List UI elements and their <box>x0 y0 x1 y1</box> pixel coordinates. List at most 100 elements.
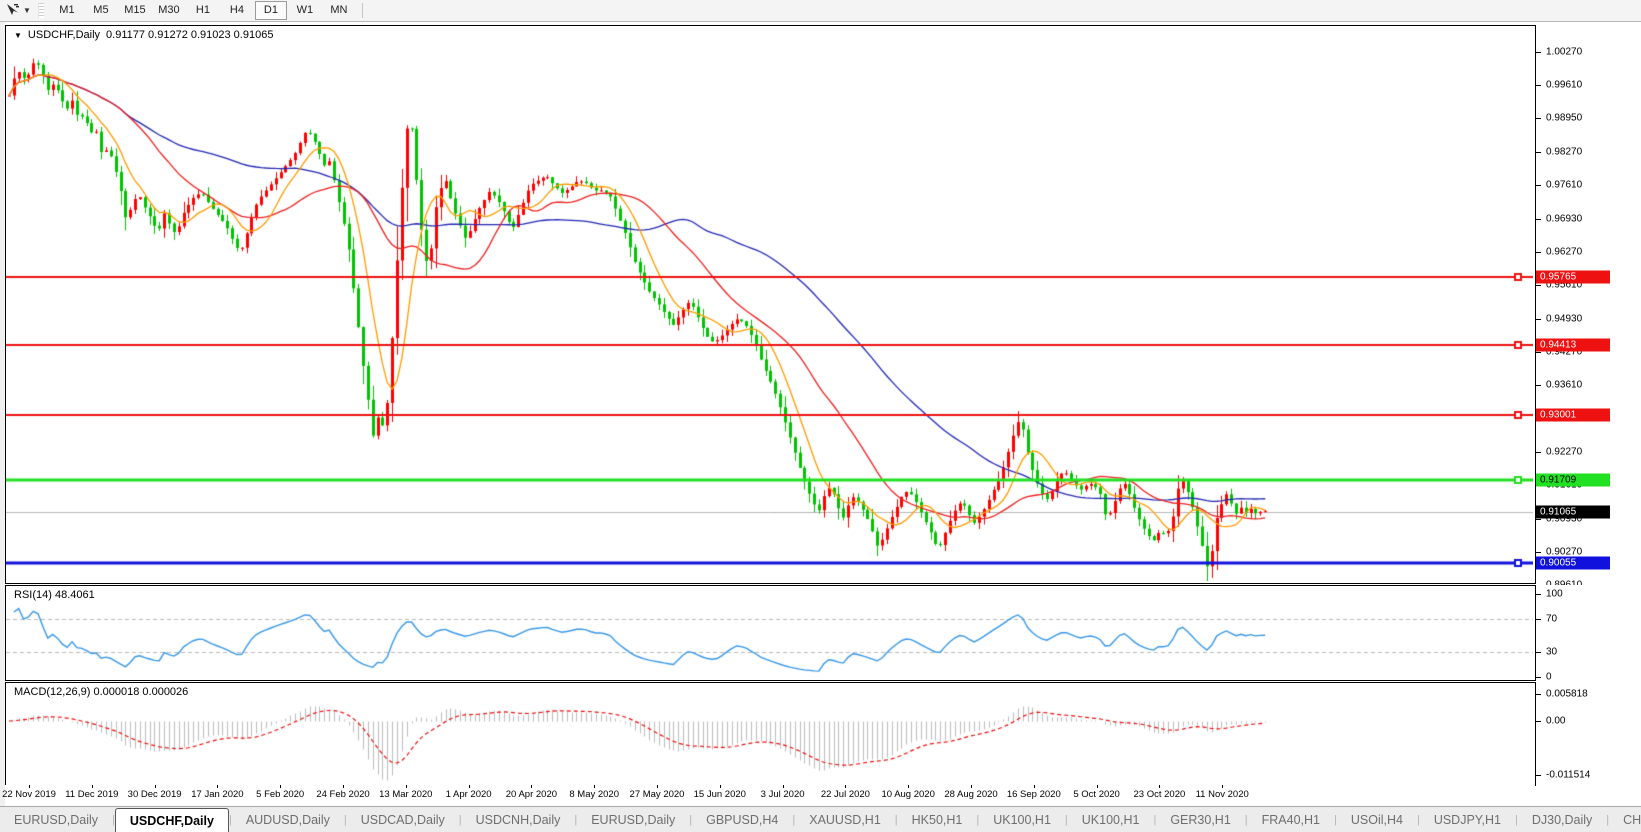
symbol-tabs: EURUSD,Daily|USDCHF,Daily|AUDUSD,Daily|U… <box>0 807 1641 832</box>
rsi-tick-dash <box>1536 677 1541 678</box>
date-label: 20 Apr 2020 <box>506 789 557 800</box>
level-price-label: 0.94413 <box>1536 339 1610 352</box>
chart-region: ▼ USDCHF,Daily 0.91177 0.91272 0.91023 0… <box>0 22 1641 806</box>
symbol-tab-uk100-h1[interactable]: UK100,H1 <box>1068 807 1154 832</box>
timeframe-button-mn[interactable]: MN <box>323 1 355 20</box>
date-tick <box>720 785 721 788</box>
cursor-tool-icon[interactable] <box>2 2 22 19</box>
macd-chart-canvas[interactable] <box>6 683 1533 783</box>
macd-axis[interactable]: 0.005818 0.00 -0.011514 <box>1536 682 1641 784</box>
symbol-tab-usdjpy-h1[interactable]: USDJPY,H1 <box>1420 807 1515 832</box>
price-tick-dash <box>1536 85 1541 86</box>
timeframe-button-w1[interactable]: W1 <box>289 1 321 20</box>
symbol-tab-china300-h1[interactable]: CHINA300,H1 <box>1609 807 1641 832</box>
rsi-axis[interactable]: 10070300 <box>1536 585 1641 679</box>
timeframe-button-m5[interactable]: M5 <box>85 1 117 20</box>
symbol-tab-ger30-h1[interactable]: GER30,H1 <box>1156 807 1244 832</box>
price-tick-dash <box>1536 552 1541 553</box>
price-tick: 1.00270 <box>1546 47 1582 58</box>
symbol-tab-usdcad-daily[interactable]: USDCAD,Daily <box>347 807 459 832</box>
price-tick-dash <box>1536 319 1541 320</box>
price-tick-dash <box>1536 52 1541 53</box>
date-label: 22 Nov 2019 <box>2 789 56 800</box>
date-tick <box>343 785 344 788</box>
macd-tick: 0.00 <box>1546 716 1565 727</box>
toolbar-separator <box>362 3 363 18</box>
date-label: 15 Jun 2020 <box>694 789 746 800</box>
date-tick <box>217 785 218 788</box>
rsi-tick-dash <box>1536 619 1541 620</box>
symbol-tab-bar: EURUSD,Daily|USDCHF,Daily|AUDUSD,Daily|U… <box>0 806 1641 832</box>
price-tick: 0.98270 <box>1546 147 1582 158</box>
symbol-tab-fra40-h1[interactable]: FRA40,H1 <box>1248 807 1334 832</box>
symbol-tab-usdcnh-daily[interactable]: USDCNH,Daily <box>462 807 575 832</box>
date-tick <box>531 785 532 788</box>
rsi-tick: 30 <box>1546 647 1557 658</box>
timeframe-buttons: M1M5M15M30H1H4D1W1MN <box>50 1 356 20</box>
price-tick: 0.96930 <box>1546 214 1582 225</box>
date-label: 23 Oct 2020 <box>1134 789 1186 800</box>
candlestick-chart-canvas[interactable] <box>6 26 1533 581</box>
date-label: 3 Jul 2020 <box>761 789 805 800</box>
date-label: 11 Nov 2020 <box>1196 789 1249 800</box>
price-tick: 0.97610 <box>1546 180 1582 191</box>
timeframe-button-m1[interactable]: M1 <box>51 1 83 20</box>
date-tick <box>280 785 281 788</box>
toolbar-grip <box>38 3 44 18</box>
rsi-tick: 0 <box>1546 672 1552 683</box>
symbol-tab-gbpusd-h4[interactable]: GBPUSD,H4 <box>692 807 792 832</box>
level-price-label: 0.93001 <box>1536 409 1610 422</box>
main-price-pane[interactable]: ▼ USDCHF,Daily 0.91177 0.91272 0.91023 0… <box>5 25 1536 584</box>
symbol-tab-dj30-daily[interactable]: DJ30,Daily <box>1518 807 1606 832</box>
timeframe-button-d1[interactable]: D1 <box>255 1 287 20</box>
date-label: 16 Sep 2020 <box>1007 789 1061 800</box>
price-tick-dash <box>1536 352 1541 353</box>
date-tick <box>1034 785 1035 788</box>
symbol-tab-usoil-h4[interactable]: USOil,H4 <box>1337 807 1417 832</box>
date-tick <box>29 785 30 788</box>
symbol-tab-audusd-daily[interactable]: AUDUSD,Daily <box>232 807 344 832</box>
rsi-pane[interactable]: RSI(14) 48.4061 <box>5 585 1536 681</box>
price-tick: 0.94930 <box>1546 314 1582 325</box>
macd-pane[interactable]: MACD(12,26,9) 0.000018 0.000026 <box>5 682 1536 786</box>
price-tick-dash <box>1536 152 1541 153</box>
date-tick <box>657 785 658 788</box>
timeframe-button-m15[interactable]: M15 <box>119 1 151 20</box>
collapse-triangle-icon[interactable]: ▼ <box>14 31 22 40</box>
price-tick-dash <box>1536 519 1541 520</box>
rsi-tick: 70 <box>1546 614 1557 625</box>
date-tick <box>1222 785 1223 788</box>
date-label: 10 Aug 2020 <box>882 789 935 800</box>
price-tick-dash <box>1536 385 1541 386</box>
date-label: 1 Apr 2020 <box>446 789 492 800</box>
level-price-label: 0.95765 <box>1536 271 1610 284</box>
date-label: 5 Oct 2020 <box>1073 789 1119 800</box>
trading-terminal-window: ▼ M1M5M15M30H1H4D1W1MN ▼ USDCHF,Daily 0.… <box>0 0 1641 832</box>
chart-ohlc-values: 0.91177 0.91272 0.91023 0.91065 <box>106 29 273 41</box>
date-label: 8 May 2020 <box>569 789 619 800</box>
timeframe-button-h1[interactable]: H1 <box>187 1 219 20</box>
price-tick-dash <box>1536 219 1541 220</box>
macd-tick-dash <box>1536 721 1541 722</box>
dropdown-caret-icon[interactable]: ▼ <box>23 6 31 15</box>
date-tick <box>594 785 595 788</box>
rsi-chart-canvas[interactable] <box>6 586 1533 678</box>
date-tick <box>845 785 846 788</box>
symbol-tab-hk50-h1[interactable]: HK50,H1 <box>898 807 977 832</box>
price-tick: 0.99610 <box>1546 80 1582 91</box>
timeframe-button-m30[interactable]: M30 <box>153 1 185 20</box>
symbol-tab-eurusd-daily[interactable]: EURUSD,Daily <box>0 807 112 832</box>
current-price-label: 0.91065 <box>1536 506 1610 519</box>
rsi-tick: 100 <box>1546 589 1563 600</box>
date-axis[interactable]: 22 Nov 201911 Dec 201930 Dec 201917 Jan … <box>5 785 1535 805</box>
date-label: 11 Dec 2019 <box>65 789 118 800</box>
symbol-tab-usdchf-daily[interactable]: USDCHF,Daily <box>115 808 229 832</box>
macd-tick: -0.011514 <box>1546 770 1590 781</box>
date-label: 17 Jan 2020 <box>191 789 243 800</box>
symbol-tab-xauusd-h1[interactable]: XAUUSD,H1 <box>795 807 895 832</box>
macd-tick: 0.005818 <box>1546 689 1588 700</box>
symbol-tab-eurusd-daily[interactable]: EURUSD,Daily <box>577 807 689 832</box>
timeframe-button-h4[interactable]: H4 <box>221 1 253 20</box>
symbol-tab-uk100-h1[interactable]: UK100,H1 <box>979 807 1065 832</box>
price-axis[interactable]: 1.002700.996100.989500.982700.976100.969… <box>1536 25 1641 582</box>
